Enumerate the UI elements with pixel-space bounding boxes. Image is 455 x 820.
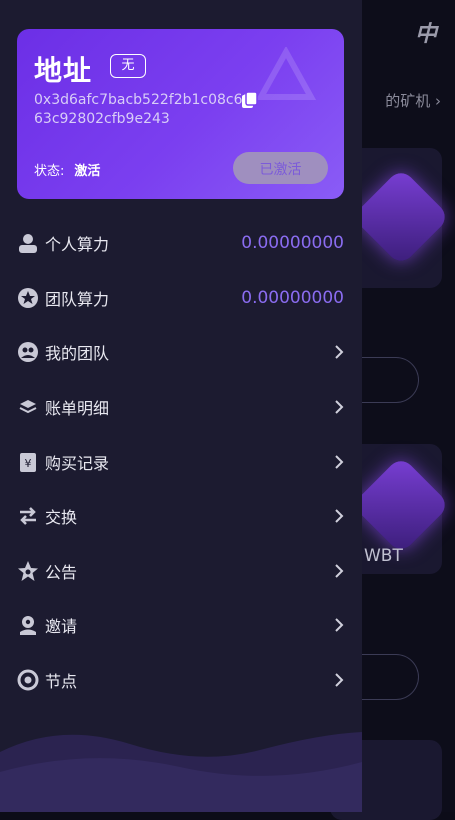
chevron-right-icon: [335, 618, 344, 633]
background-link[interactable]: 的矿机 ›: [385, 90, 441, 111]
level-badge: 无: [110, 54, 146, 78]
wallet-address: 0x3d6afc7bacb522f2b1c08c6863c92802cfb9e2…: [34, 92, 252, 127]
cube-image: [351, 167, 451, 267]
team-power-icon: [18, 287, 38, 308]
exchange-icon: [20, 507, 36, 526]
status-row: 状态: 激活: [34, 160, 100, 179]
drawer-menu: 个人算力 0.00000000 团队算力 0.00000000 我的团队 账单明…: [0, 216, 362, 707]
address-card: 地址 无 0x3d6afc7bacb522f2b1c08c6863c92802c…: [17, 29, 344, 199]
chevron-right-icon: [335, 454, 344, 469]
announcement-icon: [18, 560, 38, 581]
cube-image: [351, 455, 451, 555]
menu-label: 购买记录: [45, 453, 110, 473]
menu-label: 我的团队: [45, 344, 110, 364]
purchase-record-icon: ¥: [20, 452, 36, 472]
menu-item-invite[interactable]: 邀请: [0, 598, 362, 653]
chevron-right-icon: [335, 673, 344, 687]
menu-item-personal-power[interactable]: 个人算力 0.00000000: [0, 216, 362, 271]
menu-label: 交换: [45, 508, 78, 528]
bottom-wave-decoration: [0, 732, 362, 812]
menu-label: 账单明细: [45, 399, 110, 419]
menu-item-node[interactable]: 节点: [0, 653, 362, 708]
card-decoration-icon: [256, 47, 316, 100]
chevron-right-icon: [335, 509, 344, 523]
chevron-right-icon: [335, 400, 344, 414]
invite-icon: [20, 616, 36, 636]
chevron-right-icon: [335, 564, 344, 578]
bill-icon: [19, 400, 37, 414]
coin-label: WBT: [364, 546, 403, 566]
menu-item-exchange[interactable]: 交换: [0, 489, 362, 544]
menu-item-my-team[interactable]: 我的团队: [0, 325, 362, 380]
team-power-value: 0.00000000: [241, 287, 344, 308]
menu-item-purchase-record[interactable]: ¥ 购买记录: [0, 434, 362, 489]
menu-item-announcement[interactable]: 公告: [0, 544, 362, 599]
menu-label: 邀请: [45, 617, 78, 637]
background-link-text: 的矿机: [385, 92, 431, 110]
menu-label: 节点: [45, 672, 78, 692]
team-icon: [18, 342, 38, 363]
address-title: 地址: [34, 54, 93, 87]
svg-text:¥: ¥: [25, 457, 32, 470]
node-icon: [17, 669, 39, 691]
side-drawer: 地址 无 0x3d6afc7bacb522f2b1c08c6863c92802c…: [0, 0, 362, 812]
menu-item-team-power[interactable]: 团队算力 0.00000000: [0, 271, 362, 326]
menu-label: 公告: [45, 562, 78, 582]
status-value: 激活: [74, 164, 101, 179]
copy-icon[interactable]: [241, 91, 259, 109]
activated-button[interactable]: 已激活: [233, 152, 328, 184]
menu-item-bill-details[interactable]: 账单明细: [0, 380, 362, 435]
status-label: 状态:: [34, 164, 65, 179]
chevron-right-icon: [335, 345, 344, 360]
menu-label: 团队算力: [45, 289, 110, 309]
user-icon: [19, 234, 37, 254]
language-switch[interactable]: 中: [415, 16, 437, 48]
personal-power-value: 0.00000000: [241, 233, 344, 254]
menu-label: 个人算力: [45, 235, 110, 255]
